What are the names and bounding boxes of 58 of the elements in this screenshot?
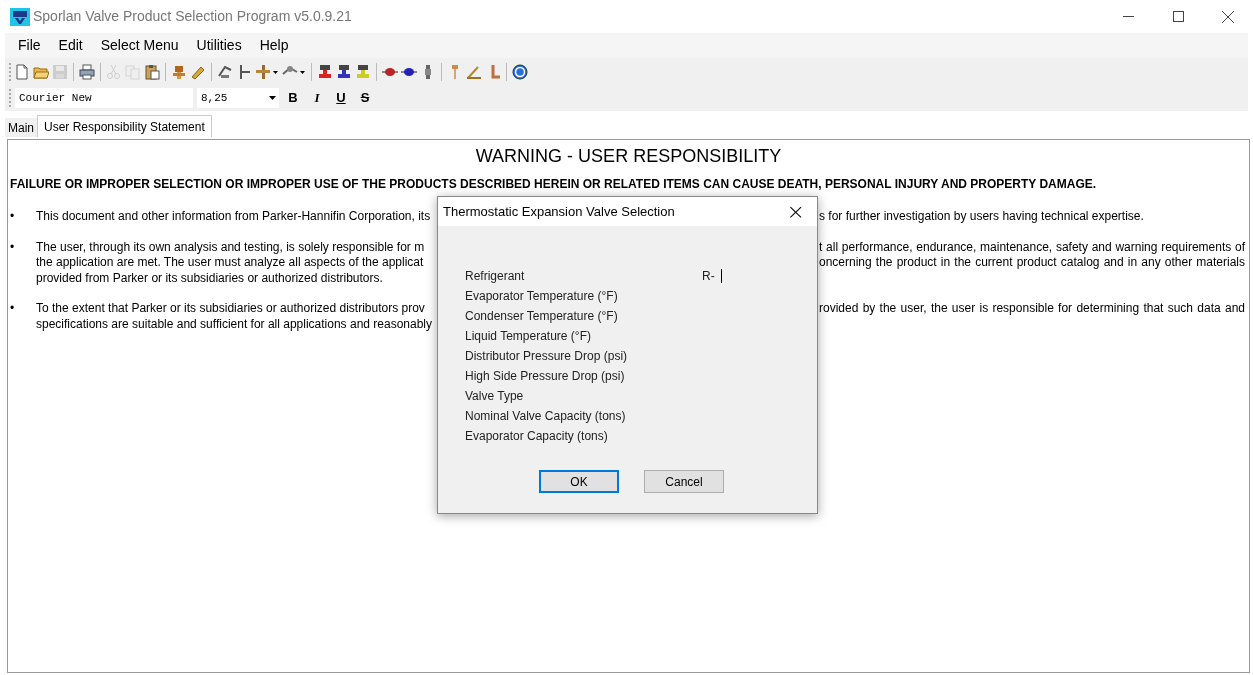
warning-statement: FAILURE OR IMPROPER SELECTION OR IMPROPER USE OF THE PRODUCTS DESCRIBED HEREIN OR RELATED ITEMS CAN CAUSE DEATH, PERSONAL INJURY AND PROPERTY DAMAGE.	[10, 176, 1098, 193]
font-size-dropdown[interactable]: 8,25	[197, 88, 279, 108]
field-label: High Side Pressure Drop (psi)	[465, 368, 626, 385]
sensing-bulb-icon[interactable]	[217, 63, 233, 80]
window-title: Sporlan Valve Product Selection Program v5.0.9.21	[33, 7, 352, 26]
valve-dropdown-icon[interactable]	[255, 63, 279, 80]
field-label: Valve Type	[465, 388, 525, 405]
strikethrough-button[interactable]: S	[355, 88, 375, 108]
field-label: Condenser Temperature (°F)	[465, 308, 619, 325]
minimize-icon	[1122, 16, 1134, 17]
paragraph-text: specifications are suitable and sufficient for all applications and reasonably	[36, 316, 434, 332]
printer-icon[interactable]	[79, 63, 95, 80]
document-heading: WARNING - USER RESPONSIBILITY	[474, 145, 783, 165]
field-label: Evaporator Capacity (tons)	[465, 428, 609, 445]
dropdown-caret-icon	[269, 96, 276, 100]
font-name-field[interactable]: Courier New	[15, 88, 193, 108]
cancel-button[interactable]: Cancel	[644, 470, 724, 493]
field-label: Nominal Valve Capacity (tons)	[465, 408, 627, 425]
paragraph-text: oncerning the product in the current product catalog and in any other materials	[819, 255, 1245, 271]
paragraph-text: rovided by the user, the user is responsible for determining that such data and	[819, 301, 1245, 317]
tab[interactable]: Main	[5, 118, 37, 137]
refrigerant-input-field[interactable]: R-	[702, 268, 722, 284]
dialog-title: Thermostatic Expansion Valve Selection	[443, 202, 675, 221]
bold-button[interactable]: B	[283, 88, 303, 108]
tab[interactable]: User Responsibility Statement	[37, 115, 212, 137]
menu-item[interactable]: Help	[250, 35, 298, 56]
field-label: Liquid Temperature (°F)	[465, 328, 592, 345]
paragraph-text: provided from Parker or its subsidiaries or authorized distributors.	[36, 270, 384, 286]
paragraph-text: t all performance, endurance, maintenance, safety and warning requirements of	[819, 239, 1245, 255]
field-label: Evaporator Temperature (°F)	[465, 288, 619, 305]
document-icon[interactable]	[14, 63, 30, 80]
field-label: Distributor Pressure Drop (psi)	[465, 348, 629, 365]
menu-item[interactable]: File	[9, 35, 50, 56]
help-icon[interactable]	[512, 63, 528, 80]
valve-icon[interactable]	[171, 63, 187, 80]
dialog-close-button[interactable]: ×	[786, 200, 805, 223]
app-logo-icon	[10, 7, 30, 26]
distributor-icon[interactable]	[336, 63, 352, 80]
bullet-marker: •	[10, 301, 15, 317]
menu-item[interactable]: Select Menu	[91, 35, 188, 56]
menu-item[interactable]: Utilities	[187, 35, 251, 56]
paragraph-text: s for further investigation by users having technical expertise.	[819, 209, 1145, 225]
paragraph-text: To the extent that Parker or its subsidiaries or authorized distributors prov	[36, 301, 426, 317]
paragraph-text: the application are met. The user must analyze all aspects of the applicat	[36, 255, 425, 271]
close-icon	[1222, 10, 1234, 23]
bullet-marker: •	[10, 239, 15, 255]
distributor-icon[interactable]	[317, 63, 333, 80]
field-label: Refrigerant	[465, 268, 526, 285]
maximize-icon	[1172, 11, 1184, 22]
bullet-marker: •	[10, 209, 15, 225]
distributor-icon[interactable]	[355, 63, 371, 80]
underline-button[interactable]: U	[331, 88, 351, 108]
clipboard-icon[interactable]	[144, 63, 160, 80]
ok-button[interactable]: OK	[539, 470, 619, 493]
italic-button[interactable]: I	[307, 88, 327, 108]
paragraph-text: This document and other information from Parker-Hannifin Corporation, its	[36, 209, 432, 225]
paragraph-text: The user, through its own analysis and testing, is solely responsible for m	[36, 239, 426, 255]
menu-item[interactable]: Edit	[49, 35, 92, 56]
